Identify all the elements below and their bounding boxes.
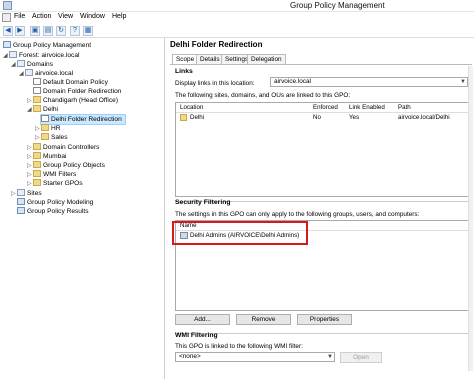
tab-divider [170, 64, 472, 65]
gpo-title: Delhi Folder Redirection [170, 40, 263, 49]
security-description: The settings in this GPO can only apply … [175, 211, 420, 218]
modeling-icon [17, 198, 25, 205]
menu-view[interactable]: View [58, 13, 73, 20]
up-folder-icon[interactable]: ▣ [30, 26, 40, 36]
ou-icon [41, 124, 49, 131]
folder-icon [33, 179, 41, 186]
row-location: Delhi [190, 114, 205, 121]
table-row[interactable]: Delhi No Yes airvoice.local/Delhi [178, 113, 467, 122]
section-divider [175, 333, 470, 334]
forest-icon [9, 51, 17, 58]
tree-item-delhi[interactable]: ◢ Delhi [27, 105, 58, 114]
remove-button[interactable]: Remove [236, 314, 291, 325]
tree-item-wmi-filters[interactable]: ▷ WMI Filters [27, 170, 76, 179]
tree-item-domain-controllers[interactable]: ▷ Domain Controllers [27, 143, 99, 152]
col-enforced[interactable]: Enforced [313, 103, 338, 112]
location-dropdown[interactable]: airvoice.local ▼ [270, 77, 468, 87]
tree-item-delhi-folder-redirection[interactable]: Delhi Folder Redirection [40, 114, 126, 125]
add-button[interactable]: Add... [175, 314, 230, 325]
tree-domains[interactable]: ◢ Domains [11, 60, 53, 69]
tab-delegation[interactable]: Delegation [247, 54, 286, 64]
display-links-label: Display links in this location: [175, 80, 255, 87]
col-path[interactable]: Path [398, 103, 411, 112]
system-menu-icon[interactable] [2, 13, 11, 22]
wmi-description: This GPO is linked to the following WMI … [175, 343, 303, 350]
sites-icon [17, 189, 25, 196]
results-icon [17, 207, 25, 214]
menu-action[interactable]: Action [32, 13, 51, 20]
tree-item-group-policy-objects[interactable]: ▷ Group Policy Objects [27, 161, 105, 170]
details-pane: Delhi Folder Redirection Scope Details S… [166, 38, 474, 379]
tree-forest[interactable]: ◢ Forest: airvoice.local [3, 51, 79, 60]
row-link-enabled: Yes [349, 114, 360, 121]
menu-window[interactable]: Window [80, 13, 105, 20]
menu-file[interactable]: File [14, 13, 25, 20]
gpo-link-icon [41, 115, 49, 122]
tree-pane: Group Policy Management ◢ Forest: airvoic… [0, 38, 165, 379]
links-heading: Links [175, 68, 193, 75]
annotation-highlight [172, 221, 308, 245]
tree-item-domain-folder-redirection[interactable]: Domain Folder Redirection [33, 87, 121, 96]
domains-icon [17, 60, 25, 67]
links-list[interactable]: Location Enforced Link Enabled Path Delh… [175, 102, 470, 197]
tree-root[interactable]: Group Policy Management [3, 41, 91, 50]
back-icon[interactable]: ◀ [3, 26, 13, 36]
folder-icon [33, 161, 41, 168]
chevron-down-icon: ▼ [460, 79, 466, 85]
tree-item-mumbai[interactable]: ▷ Mumbai [27, 152, 66, 161]
ou-icon [33, 152, 41, 159]
properties-icon[interactable]: ▤ [43, 26, 53, 36]
chevron-down-icon: ▼ [327, 354, 333, 360]
forward-icon[interactable]: ▶ [15, 26, 25, 36]
open-button[interactable]: Open [340, 352, 382, 363]
domain-icon [25, 69, 33, 76]
title-bar: Group Policy Management [0, 0, 474, 12]
tree-item-starter-gpos[interactable]: ▷ Starter GPOs [27, 179, 83, 188]
ou-icon [33, 143, 41, 150]
window-title: Group Policy Management [290, 1, 385, 10]
col-link-enabled[interactable]: Link Enabled [349, 103, 385, 112]
col-location[interactable]: Location [180, 103, 203, 112]
security-heading: Security Filtering [175, 199, 231, 206]
tree-modeling[interactable]: Group Policy Modeling [17, 198, 93, 207]
tree-item-default-domain-policy[interactable]: Default Domain Policy [33, 78, 108, 87]
tree-item-chandigarh[interactable]: ▷ Chandigarh (Head Office) [27, 96, 118, 105]
wmi-filter-dropdown[interactable]: <none> ▼ [175, 352, 335, 362]
gpm-icon [3, 41, 11, 48]
toolbar: ◀ ▶ ▣ ▤ ↻ ? ▦ [0, 24, 474, 38]
row-path: airvoice.local/Delhi [398, 114, 450, 121]
location-value: airvoice.local [274, 78, 311, 85]
menu-help[interactable]: Help [112, 13, 126, 20]
ou-icon [41, 133, 49, 140]
help-icon[interactable]: ? [70, 26, 80, 36]
wmi-heading: WMI Filtering [175, 332, 218, 339]
tree-results[interactable]: Group Policy Results [17, 207, 89, 216]
ou-icon [180, 114, 187, 121]
links-description: The following sites, domains, and OUs ar… [175, 92, 351, 99]
properties-button[interactable]: Properties [297, 314, 352, 325]
gpo-link-icon [33, 87, 41, 94]
app-icon [3, 1, 12, 10]
wmi-filter-value: <none> [179, 353, 201, 360]
gpo-link-icon [33, 78, 41, 85]
row-enforced: No [313, 114, 321, 121]
tree-item-hr[interactable]: ▷ HR [35, 124, 61, 133]
refresh-icon[interactable]: ↻ [56, 26, 66, 36]
ou-icon [33, 105, 41, 112]
vertical-scrollbar[interactable] [468, 66, 473, 371]
tree-sites[interactable]: ▷ Sites [11, 189, 42, 198]
console-icon[interactable]: ▦ [83, 26, 93, 36]
tab-details[interactable]: Details [196, 54, 224, 64]
folder-icon [33, 170, 41, 177]
ou-icon [33, 96, 41, 103]
menu-bar: File Action View Window Help [0, 12, 474, 24]
tree-item-sales[interactable]: ▷ Sales [35, 133, 68, 142]
tree-domain[interactable]: ◢ airvoice.local [19, 69, 73, 78]
